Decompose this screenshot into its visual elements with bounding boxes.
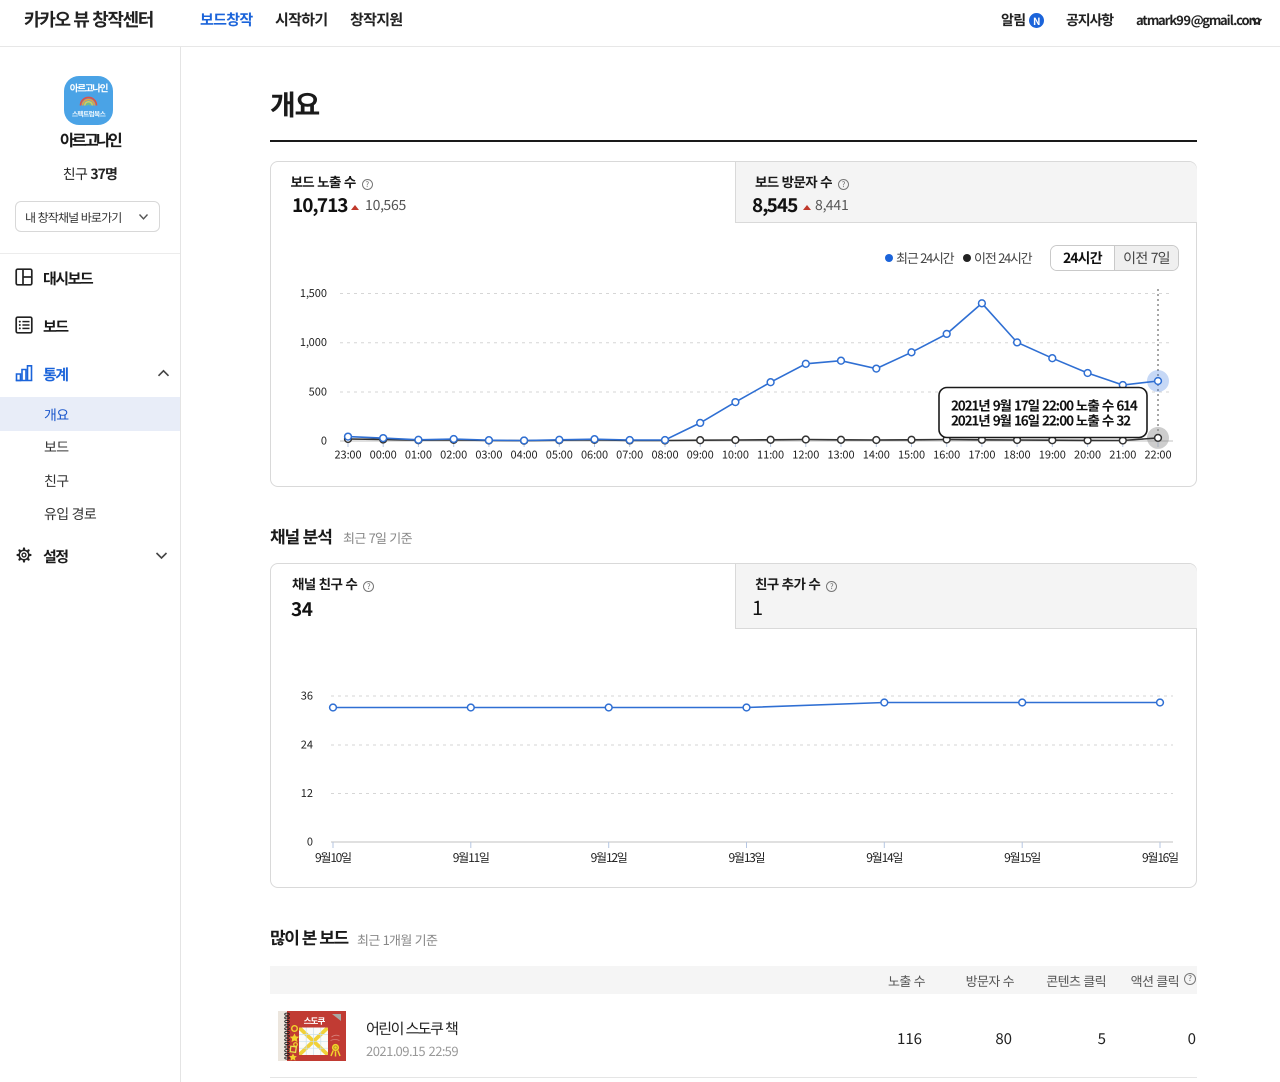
svg-text:36: 36	[301, 688, 313, 704]
svg-text:9월13일: 9월13일	[728, 849, 764, 866]
svg-text:19:00: 19:00	[1039, 447, 1066, 463]
svg-text:23:00: 23:00	[334, 447, 361, 463]
svg-text:0: 0	[321, 433, 327, 449]
svg-text:9월11일: 9월11일	[453, 849, 489, 866]
svg-text:08:00: 08:00	[651, 447, 678, 463]
svg-text:03:00: 03:00	[475, 447, 502, 463]
svg-text:500: 500	[309, 384, 327, 400]
svg-text:스도쿠: 스도쿠	[304, 1015, 326, 1027]
svg-text:9월15일: 9월15일	[1004, 849, 1040, 866]
svg-text:아르고나인: 아르고나인	[70, 81, 108, 95]
svg-text:07:00: 07:00	[616, 447, 643, 463]
svg-text:12: 12	[301, 785, 313, 801]
svg-text:1,000: 1,000	[300, 334, 327, 350]
svg-text:0: 0	[307, 834, 313, 850]
svg-text:9월16일: 9월16일	[1142, 849, 1178, 866]
svg-text:17:00: 17:00	[968, 447, 995, 463]
svg-text:13:00: 13:00	[827, 447, 854, 463]
svg-text:15:00: 15:00	[898, 447, 925, 463]
svg-text:20:00: 20:00	[1074, 447, 1101, 463]
svg-text:2021년 9월 16일 22:00 노출 수 32: 2021년 9월 16일 22:00 노출 수 32	[951, 410, 1131, 430]
svg-text:21:00: 21:00	[1109, 447, 1136, 463]
svg-text:01:00: 01:00	[405, 447, 432, 463]
svg-text:9월14일: 9월14일	[866, 849, 902, 866]
svg-text:12:00: 12:00	[792, 447, 819, 463]
svg-text:00:00: 00:00	[370, 447, 397, 463]
svg-text:14:00: 14:00	[863, 447, 890, 463]
svg-text:06:00: 06:00	[581, 447, 608, 463]
svg-text:24: 24	[301, 737, 313, 753]
svg-text:02:00: 02:00	[440, 447, 467, 463]
svg-text:16:00: 16:00	[933, 447, 960, 463]
svg-text:09:00: 09:00	[687, 447, 714, 463]
svg-text:10:00: 10:00	[722, 447, 749, 463]
svg-text:1,500: 1,500	[300, 285, 327, 301]
svg-text:05:00: 05:00	[546, 447, 573, 463]
svg-text:18:00: 18:00	[1004, 447, 1031, 463]
svg-text:04:00: 04:00	[511, 447, 538, 463]
svg-text:9월10일: 9월10일	[315, 849, 351, 866]
svg-text:스펙트럼북스: 스펙트럼북스	[72, 109, 106, 119]
svg-text:9월12일: 9월12일	[591, 849, 627, 866]
svg-text:11:00: 11:00	[757, 447, 784, 463]
